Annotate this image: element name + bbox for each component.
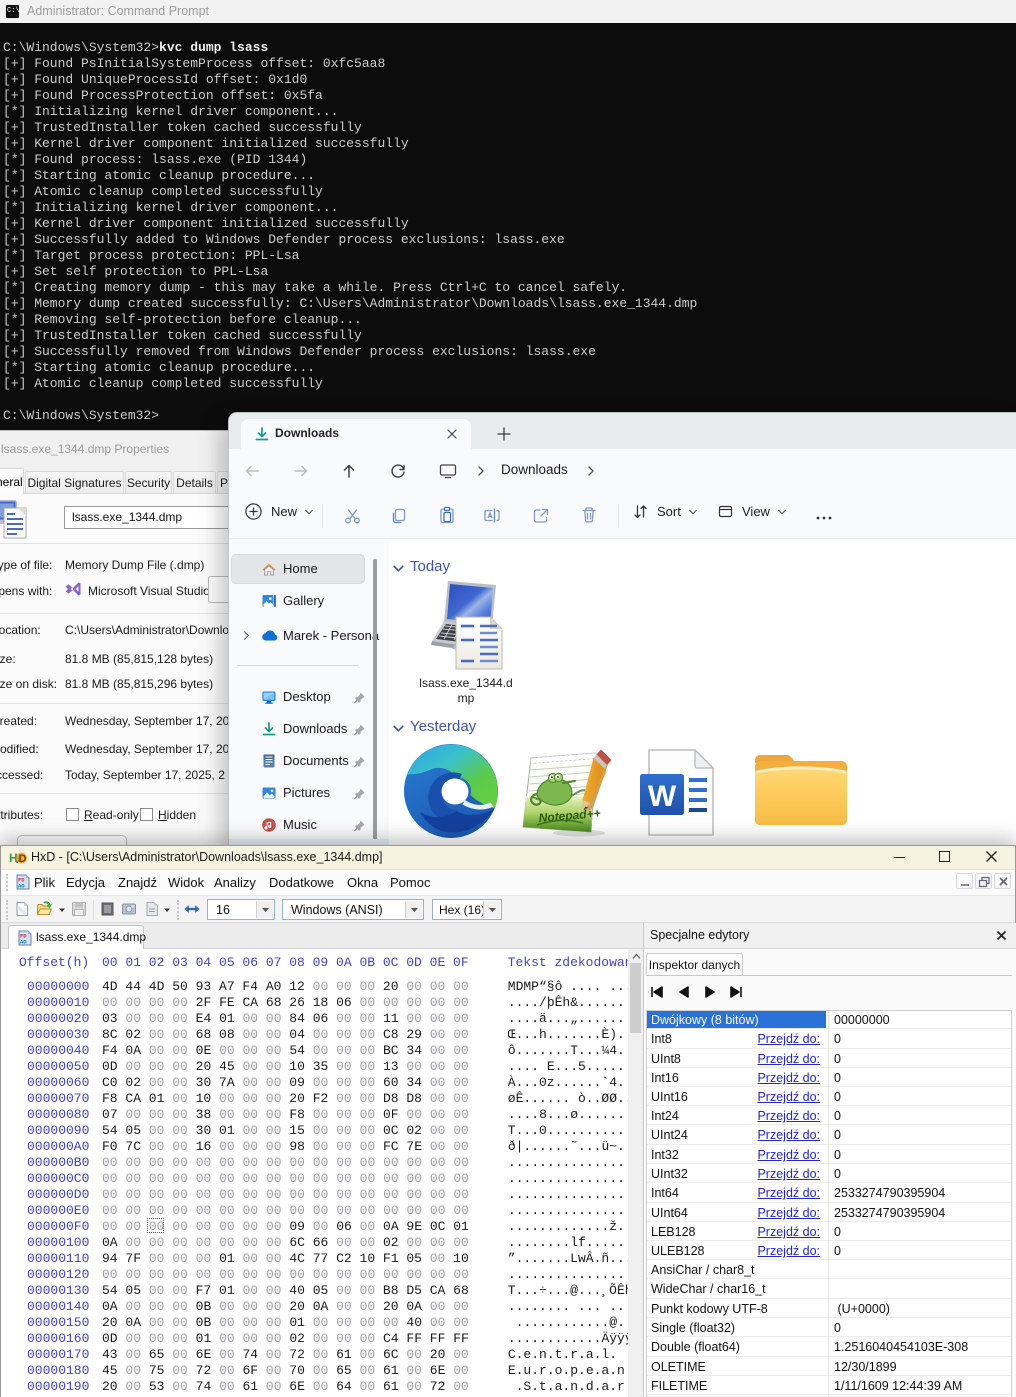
svg-text:W: W <box>648 780 677 813</box>
svg-text:D: D <box>19 853 27 865</box>
svg-text:AO: AO <box>18 883 25 890</box>
svg-text:AO: AO <box>20 939 27 946</box>
